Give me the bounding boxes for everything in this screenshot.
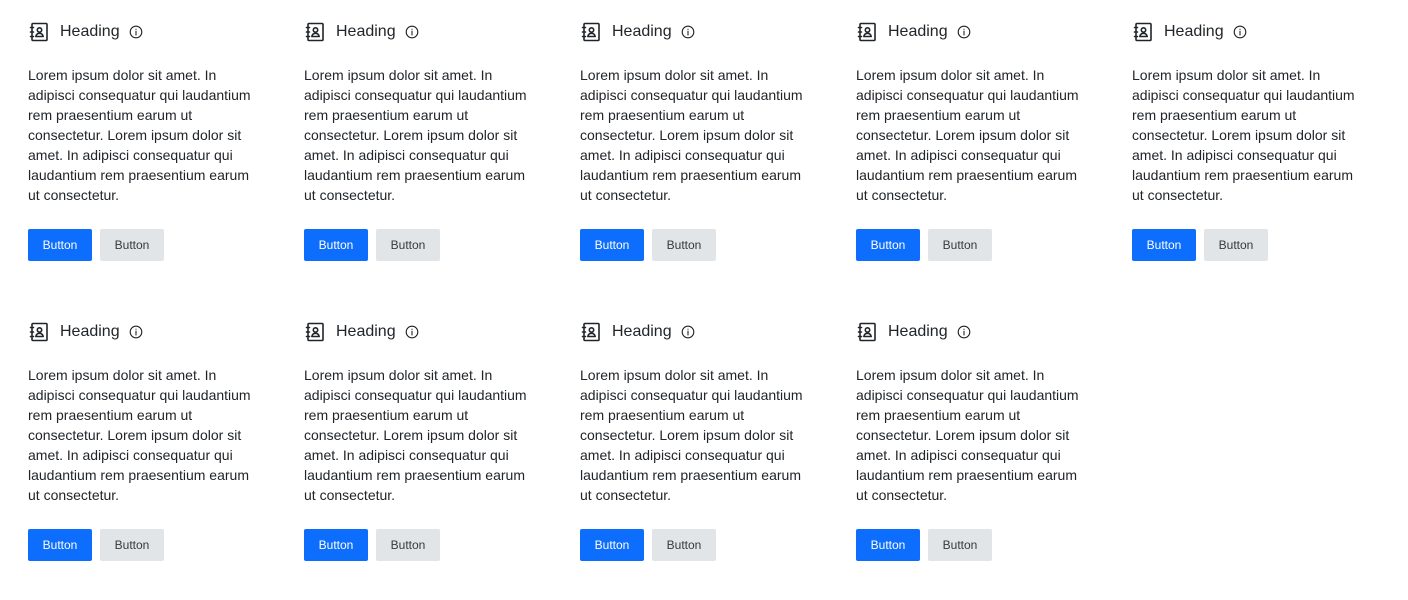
card-body-text: Lorem ipsum dolor sit amet. In adipisci … (28, 67, 251, 203)
card-actions: Button Button (28, 229, 258, 261)
primary-button[interactable]: Button (580, 529, 644, 561)
card-header: Heading (856, 320, 1086, 344)
card-actions: Button Button (856, 229, 1086, 261)
card: Heading Lorem ipsum dolor sit amet. In a… (28, 0, 258, 261)
card-header: Heading (580, 20, 810, 44)
info-icon[interactable] (129, 325, 143, 339)
info-icon[interactable] (405, 25, 419, 39)
primary-button[interactable]: Button (28, 529, 92, 561)
card-header: Heading (304, 20, 534, 44)
primary-button[interactable]: Button (580, 229, 644, 261)
info-icon[interactable] (957, 25, 971, 39)
info-icon[interactable] (405, 325, 419, 339)
secondary-button[interactable]: Button (652, 229, 716, 261)
card-header: Heading (856, 20, 1086, 44)
card-body-text: Lorem ipsum dolor sit amet. In adipisci … (1132, 67, 1355, 203)
contact-book-icon (304, 20, 328, 44)
card-heading: Heading (336, 23, 396, 40)
card-header: Heading (28, 320, 258, 344)
card-header: Heading (1132, 20, 1362, 44)
card-grid: Heading Lorem ipsum dolor sit amet. In a… (0, 0, 1408, 600)
contact-book-icon (856, 20, 880, 44)
secondary-button[interactable]: Button (100, 229, 164, 261)
card: Heading Lorem ipsum dolor sit amet. In a… (856, 300, 1086, 561)
secondary-button[interactable]: Button (376, 529, 440, 561)
card-body-text: Lorem ipsum dolor sit amet. In adipisci … (856, 367, 1079, 503)
card-heading: Heading (60, 323, 120, 340)
card: Heading Lorem ipsum dolor sit amet. In a… (304, 300, 534, 561)
card-header: Heading (580, 320, 810, 344)
card-body-text: Lorem ipsum dolor sit amet. In adipisci … (580, 367, 803, 503)
card-heading: Heading (888, 23, 948, 40)
contact-book-icon (28, 20, 52, 44)
card-actions: Button Button (580, 229, 810, 261)
contact-book-icon (28, 320, 52, 344)
secondary-button[interactable]: Button (100, 529, 164, 561)
card-body-text: Lorem ipsum dolor sit amet. In adipisci … (856, 67, 1079, 203)
contact-book-icon (1132, 20, 1156, 44)
card-header: Heading (28, 20, 258, 44)
contact-book-icon (304, 320, 328, 344)
card-actions: Button Button (28, 529, 258, 561)
secondary-button[interactable]: Button (376, 229, 440, 261)
card: Heading Lorem ipsum dolor sit amet. In a… (28, 300, 258, 561)
contact-book-icon (856, 320, 880, 344)
secondary-button[interactable]: Button (652, 529, 716, 561)
card-heading: Heading (60, 23, 120, 40)
primary-button[interactable]: Button (856, 229, 920, 261)
card-body-text: Lorem ipsum dolor sit amet. In adipisci … (580, 67, 803, 203)
card-actions: Button Button (580, 529, 810, 561)
info-icon[interactable] (681, 25, 695, 39)
primary-button[interactable]: Button (304, 229, 368, 261)
card-actions: Button Button (304, 529, 534, 561)
contact-book-icon (580, 20, 604, 44)
card-body-text: Lorem ipsum dolor sit amet. In adipisci … (304, 367, 527, 503)
card-heading: Heading (1164, 23, 1224, 40)
card-body-text: Lorem ipsum dolor sit amet. In adipisci … (28, 367, 251, 503)
primary-button[interactable]: Button (856, 529, 920, 561)
info-icon[interactable] (1233, 25, 1247, 39)
card-actions: Button Button (1132, 229, 1362, 261)
info-icon[interactable] (681, 325, 695, 339)
secondary-button[interactable]: Button (1204, 229, 1268, 261)
card-heading: Heading (612, 323, 672, 340)
primary-button[interactable]: Button (304, 529, 368, 561)
primary-button[interactable]: Button (28, 229, 92, 261)
card: Heading Lorem ipsum dolor sit amet. In a… (1132, 0, 1362, 261)
contact-book-icon (580, 320, 604, 344)
card-actions: Button Button (856, 529, 1086, 561)
secondary-button[interactable]: Button (928, 229, 992, 261)
primary-button[interactable]: Button (1132, 229, 1196, 261)
info-icon[interactable] (129, 25, 143, 39)
card-heading: Heading (612, 23, 672, 40)
card: Heading Lorem ipsum dolor sit amet. In a… (856, 0, 1086, 261)
secondary-button[interactable]: Button (928, 529, 992, 561)
card-header: Heading (304, 320, 534, 344)
card-heading: Heading (888, 323, 948, 340)
info-icon[interactable] (957, 325, 971, 339)
card: Heading Lorem ipsum dolor sit amet. In a… (304, 0, 534, 261)
card: Heading Lorem ipsum dolor sit amet. In a… (580, 0, 810, 261)
card-heading: Heading (336, 323, 396, 340)
card-body-text: Lorem ipsum dolor sit amet. In adipisci … (304, 67, 527, 203)
card-actions: Button Button (304, 229, 534, 261)
card: Heading Lorem ipsum dolor sit amet. In a… (580, 300, 810, 561)
